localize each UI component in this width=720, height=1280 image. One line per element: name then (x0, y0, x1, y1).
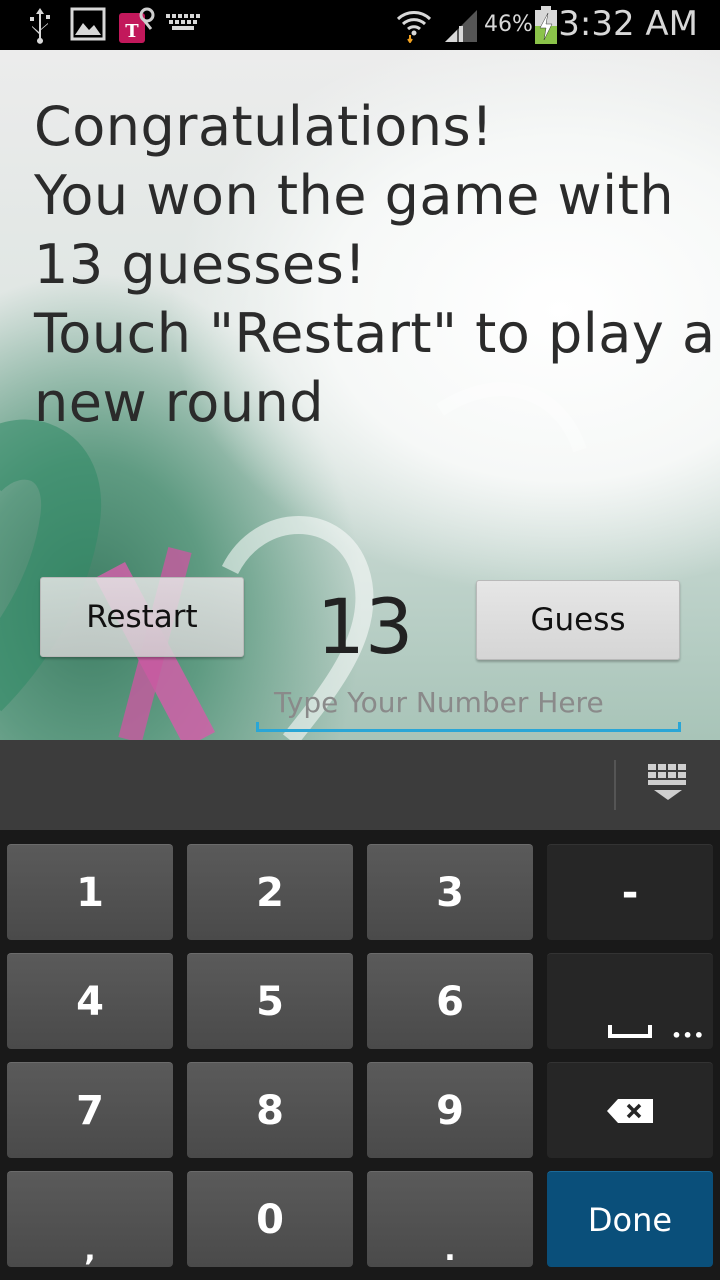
key-7[interactable]: 7 (7, 1062, 173, 1158)
key-comma[interactable]: , (7, 1171, 173, 1267)
number-input-placeholder: Type Your Number Here (274, 686, 604, 719)
key-2[interactable]: 2 (187, 844, 353, 940)
guess-button[interactable]: Guess (476, 580, 680, 660)
message-line: new round (34, 371, 325, 434)
svg-text:T: T (125, 21, 139, 42)
key-5[interactable]: 5 (187, 953, 353, 1049)
battery-charging-icon (535, 6, 557, 44)
keyboard-icon (166, 14, 200, 30)
message-line: 13 guesses! (34, 233, 367, 296)
key-comma-label: , (84, 1233, 96, 1268)
key-minus[interactable]: - (547, 844, 713, 940)
key-space[interactable]: ••• (547, 953, 713, 1049)
key-9[interactable]: 9 (367, 1062, 533, 1158)
key-0[interactable]: 0 (187, 1171, 353, 1267)
signal-icon (445, 10, 477, 42)
done-button[interactable]: Done (547, 1171, 713, 1267)
key-4[interactable]: 4 (7, 953, 173, 1049)
number-input[interactable]: Type Your Number Here (256, 680, 681, 732)
key-6[interactable]: 6 (367, 953, 533, 1049)
key-backspace[interactable] (547, 1062, 713, 1158)
key-period[interactable]: . (367, 1171, 533, 1267)
usb-icon (30, 8, 50, 44)
wifi-icon (396, 11, 432, 43)
restart-button[interactable]: Restart (40, 577, 244, 657)
keyboard-toolbar (0, 740, 720, 830)
message-line: Touch "Restart" to play a (34, 302, 716, 365)
toolbar-divider (614, 760, 616, 810)
key-1[interactable]: 1 (7, 844, 173, 940)
message-line: You won the game with (34, 164, 675, 227)
game-screen: Congratulations! You won the game with 1… (0, 50, 720, 740)
status-time: 3:32 AM (558, 4, 698, 44)
more-options-dots-icon: ••• (671, 1026, 705, 1045)
space-icon (608, 1025, 652, 1038)
win-message: Congratulations! You won the game with 1… (34, 92, 716, 437)
message-line: Congratulations! (34, 95, 494, 158)
key-3[interactable]: 3 (367, 844, 533, 940)
gallery-icon (70, 7, 106, 41)
status-bar: T 46% 3:32 AM (0, 0, 720, 50)
backspace-icon (607, 1098, 653, 1123)
battery-percent: 46% (484, 12, 533, 37)
tmobile-icon: T (119, 7, 155, 43)
key-8[interactable]: 8 (187, 1062, 353, 1158)
current-guess-number: 13 (316, 582, 414, 671)
key-period-label: . (444, 1233, 456, 1268)
hide-keyboard-icon[interactable] (646, 764, 692, 804)
numeric-keyboard: 1 2 3 - 4 5 6 ••• 7 8 9 , 0 . Done (0, 830, 720, 1280)
